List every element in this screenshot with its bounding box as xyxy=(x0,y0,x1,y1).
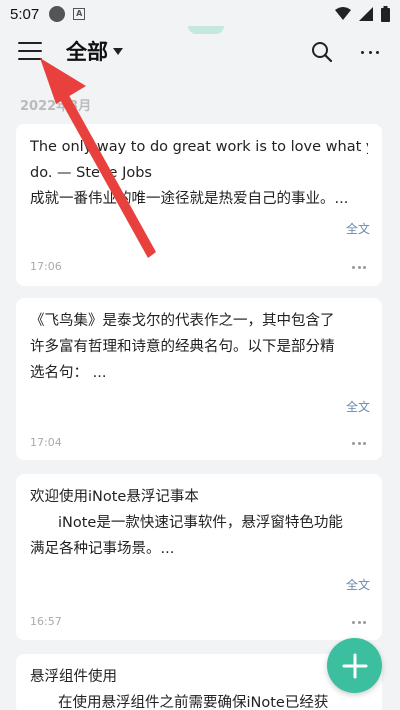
full-text-link[interactable]: 全文 xyxy=(346,576,370,593)
category-dropdown[interactable]: 全部 xyxy=(66,36,123,66)
note-time: 17:06 xyxy=(30,260,62,273)
note-more-icon[interactable] xyxy=(352,440,366,446)
note-text-line: The only way to do great work is to love… xyxy=(30,139,368,155)
notification-a-icon: A xyxy=(73,8,86,20)
note-text-line: 《飞鸟集》是泰戈尔的代表作之一，其中包含了 xyxy=(30,313,335,329)
plus-icon xyxy=(342,653,367,678)
app-bar: 全部 xyxy=(0,30,400,74)
note-time: 17:04 xyxy=(30,436,62,449)
note-text-line: 成就一番伟业的唯一途径就是热爱自己的事业。... xyxy=(30,191,349,207)
battery-icon xyxy=(381,6,390,22)
note-more-icon[interactable] xyxy=(352,264,366,270)
note-card[interactable]: 欢迎使用iNote悬浮记事本 iNote是一款快速记事软件，悬浮窗特色功能 满足… xyxy=(16,474,382,640)
note-text-line: 在使用悬浮组件之前需要确保iNote已经获 xyxy=(58,695,329,710)
note-text-line: 满足各种记事场景。... xyxy=(30,541,175,557)
note-time: 16:57 xyxy=(30,615,62,628)
note-text-line: iNote是一款快速记事软件，悬浮窗特色功能 xyxy=(58,515,343,531)
add-note-button[interactable] xyxy=(327,638,382,693)
note-text-line: 许多富有哲理和诗意的经典名句。以下是部分精 xyxy=(30,339,335,355)
note-text-line: 悬浮组件使用 xyxy=(30,669,117,685)
search-icon[interactable] xyxy=(310,40,334,64)
notification-dot-icon xyxy=(49,6,66,22)
wifi-icon xyxy=(335,7,351,20)
note-text-line: 欢迎使用iNote悬浮记事本 xyxy=(30,489,199,505)
full-text-link[interactable]: 全文 xyxy=(346,398,370,415)
note-card[interactable]: 《飞鸟集》是泰戈尔的代表作之一，其中包含了 许多富有哲理和诗意的经典名句。以下是… xyxy=(16,298,382,460)
note-more-icon[interactable] xyxy=(352,619,366,625)
full-text-link[interactable]: 全文 xyxy=(346,220,370,237)
note-text-line: 选名句： ... xyxy=(30,365,107,381)
status-time: 5:07 xyxy=(10,5,40,23)
more-icon[interactable] xyxy=(358,42,382,62)
menu-icon[interactable] xyxy=(18,42,42,62)
caret-down-icon xyxy=(113,47,123,55)
note-card[interactable]: The only way to do great work is to love… xyxy=(16,124,382,286)
note-text-line: do. — Steve Jobs xyxy=(30,165,152,181)
status-bar: 5:07 A xyxy=(0,0,400,28)
page-title: 全部 xyxy=(66,40,108,64)
month-header: 2022年3月 xyxy=(20,99,92,114)
signal-icon xyxy=(359,7,373,21)
